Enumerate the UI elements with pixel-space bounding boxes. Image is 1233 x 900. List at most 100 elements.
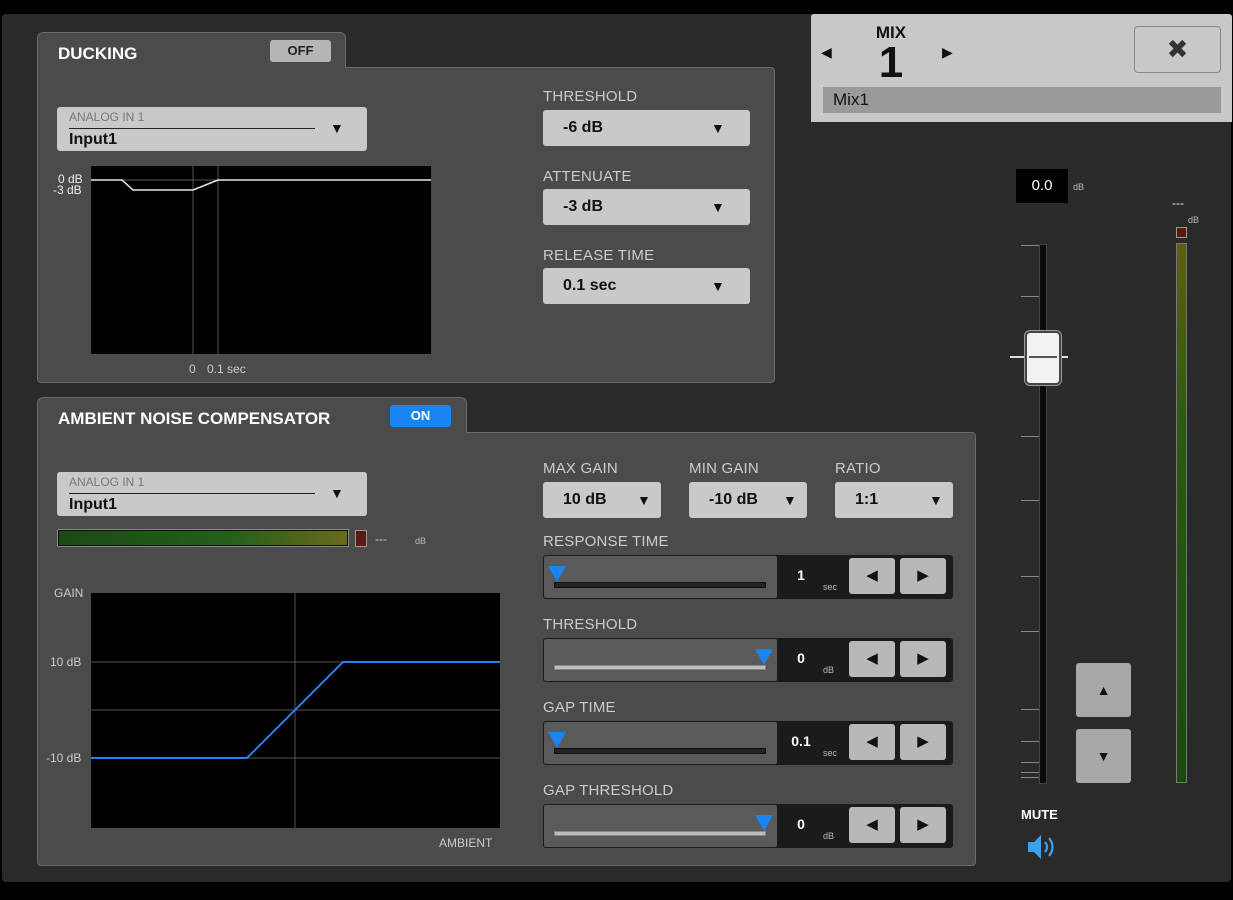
response-time-unit: sec xyxy=(823,582,838,592)
threshold-label: THRESHOLD xyxy=(543,88,638,105)
ducking-attenuate-dropdown[interactable]: -3 dB ▼ xyxy=(543,189,750,225)
gap-threshold-increment-button[interactable]: ▶ xyxy=(900,807,946,843)
slider-track-area[interactable] xyxy=(544,722,777,764)
max-gain-value: 10 dB xyxy=(563,491,607,508)
response-time-increment-button[interactable]: ▶ xyxy=(900,558,946,594)
chevron-down-icon: ▼ xyxy=(929,492,943,508)
chevron-down-icon: ▼ xyxy=(711,199,725,215)
anc-input-meter xyxy=(57,529,349,547)
anc-threshold-decrement-button[interactable]: ◀ xyxy=(849,641,895,677)
mix-number: 1 xyxy=(878,38,904,87)
anc-graph-ylabel: GAIN xyxy=(54,586,84,600)
output-meter-value: --- xyxy=(1172,196,1184,210)
gap-time-slider-thumb[interactable] xyxy=(548,732,566,748)
gap-threshold-value: 0 xyxy=(797,816,805,832)
ducking-toggle-button[interactable]: OFF xyxy=(270,40,331,62)
knob-groove xyxy=(1029,356,1057,358)
speaker-body xyxy=(1028,835,1041,859)
graph-background xyxy=(91,166,431,354)
ducking-threshold-value: -6 dB xyxy=(563,119,603,136)
chevron-down-icon: ▼ xyxy=(637,492,651,508)
ducking-release-dropdown[interactable]: 0.1 sec ▼ xyxy=(543,268,750,304)
fader-up-button[interactable]: ▲ xyxy=(1076,663,1131,717)
mix-prev-button[interactable]: ◀ xyxy=(821,44,832,61)
mute-label: MUTE xyxy=(1021,807,1058,822)
anc-source-dropdown[interactable]: ANALOG IN 1 Input1 ▼ xyxy=(57,472,367,516)
scale-tick xyxy=(1021,762,1041,763)
response-time-decrement-button[interactable]: ◀ xyxy=(849,558,895,594)
ducking-source-dropdown[interactable]: ANALOG IN 1 Input1 ▼ xyxy=(57,107,367,151)
slider-bar xyxy=(554,665,766,670)
fader-track[interactable] xyxy=(1039,244,1047,784)
gap-threshold-unit: dB xyxy=(823,831,835,841)
app-window: DUCKING OFF ANALOG IN 1 Input1 ▼ 0 dB -3… xyxy=(0,0,1233,900)
gap-time-label: GAP TIME xyxy=(543,699,616,716)
gap-time-decrement-button[interactable]: ◀ xyxy=(849,724,895,760)
attenuate-label: ATTENUATE xyxy=(543,168,632,185)
mix-next-button[interactable]: ▶ xyxy=(942,44,953,61)
min-gain-dropdown[interactable]: -10 dB ▼ xyxy=(689,482,807,518)
gap-threshold-label: GAP THRESHOLD xyxy=(543,782,674,799)
max-gain-dropdown[interactable]: 10 dB ▼ xyxy=(543,482,661,518)
gap-time-increment-button[interactable]: ▶ xyxy=(900,724,946,760)
chevron-down-icon: ▼ xyxy=(330,485,344,501)
chevron-down-icon: ▼ xyxy=(711,278,725,294)
scale-tick xyxy=(1021,436,1041,437)
ratio-value: 1:1 xyxy=(855,491,879,508)
min-gain-value: -10 dB xyxy=(709,491,758,508)
meter-fill xyxy=(59,531,347,545)
slider-track-area[interactable] xyxy=(544,556,777,598)
chevron-down-icon: ▼ xyxy=(330,120,344,136)
output-clip-indicator xyxy=(1176,227,1187,238)
scale-tick xyxy=(1021,777,1041,778)
fader-down-button[interactable]: ▼ xyxy=(1076,729,1131,783)
divider xyxy=(69,493,315,494)
release-time-label: RELEASE TIME xyxy=(543,247,655,264)
ratio-dropdown[interactable]: 1:1 ▼ xyxy=(835,482,953,518)
close-button[interactable]: ✖ xyxy=(1134,26,1221,73)
anc-graph-tick-1: -10 dB xyxy=(46,751,82,765)
response-time-value: 1 xyxy=(797,567,805,583)
speaker-wave xyxy=(1048,837,1054,857)
anc-source-value: Input1 xyxy=(69,496,117,513)
clip-indicator xyxy=(355,530,367,547)
output-meter-unit: dB xyxy=(1188,215,1200,225)
chevron-down-icon: ▼ xyxy=(783,492,797,508)
close-icon: ✖ xyxy=(1166,34,1189,64)
anc-toggle-button[interactable]: ON xyxy=(390,405,451,427)
gap-time-unit: sec xyxy=(823,748,838,758)
anc-threshold-slider-row: 0 dB ◀ ▶ xyxy=(543,638,953,682)
slider-track-area[interactable] xyxy=(544,639,777,681)
mix-header: ◀ MIX 1 ▶ ✖ Mix1 xyxy=(811,14,1232,122)
up-arrow-icon: ▲ xyxy=(1096,682,1111,698)
ratio-label: RATIO xyxy=(835,460,881,477)
anc-meter-value: --- xyxy=(375,532,387,546)
gap-threshold-slider-thumb[interactable] xyxy=(755,815,773,831)
scale-tick xyxy=(1021,245,1041,246)
gap-time-value: 0.1 xyxy=(791,733,811,749)
fader-knob[interactable] xyxy=(1025,331,1061,385)
gap-time-slider-row: 0.1 sec ◀ ▶ xyxy=(543,721,953,765)
ducking-graph xyxy=(91,166,431,354)
ducking-source-value: Input1 xyxy=(69,131,117,148)
tab-join xyxy=(38,429,466,435)
anc-graph xyxy=(91,593,500,828)
scale-tick xyxy=(1021,576,1041,577)
gap-threshold-decrement-button[interactable]: ◀ xyxy=(849,807,895,843)
ducking-threshold-dropdown[interactable]: -6 dB ▼ xyxy=(543,110,750,146)
response-time-slider-row: 1 sec ◀ ▶ xyxy=(543,555,953,599)
speaker-icon[interactable] xyxy=(1026,832,1060,862)
anc-threshold-slider-thumb[interactable] xyxy=(755,649,773,665)
response-time-slider-thumb[interactable] xyxy=(548,566,566,582)
max-gain-label: MAX GAIN xyxy=(543,460,618,477)
chevron-down-icon: ▼ xyxy=(711,120,725,136)
scale-tick xyxy=(1021,741,1041,742)
anc-title: AMBIENT NOISE COMPENSATOR xyxy=(58,409,331,428)
scale-tick xyxy=(1021,772,1041,773)
slider-track-area[interactable] xyxy=(544,805,777,847)
slider-bar xyxy=(554,831,766,836)
mix-name-field[interactable]: Mix1 xyxy=(823,87,1221,113)
fader-value-display[interactable]: 0.0 xyxy=(1016,169,1068,203)
anc-threshold-increment-button[interactable]: ▶ xyxy=(900,641,946,677)
anc-graph-tick-0: 10 dB xyxy=(50,655,82,669)
